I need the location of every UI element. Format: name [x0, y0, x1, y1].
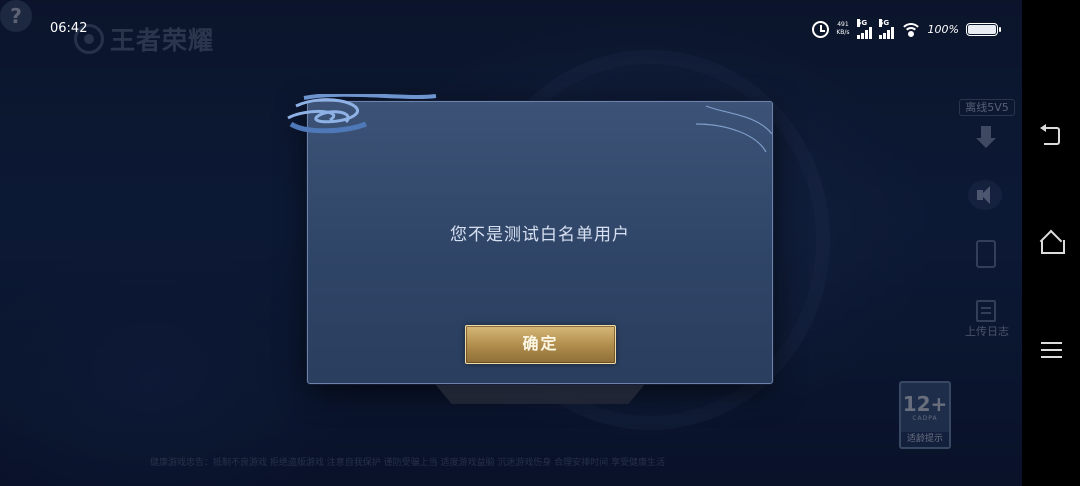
signal-icon: 5G — [878, 19, 894, 39]
sim2-label: 5G — [878, 19, 890, 27]
home-icon[interactable] — [1039, 232, 1065, 254]
network-speed: 491 KB/s — [836, 21, 849, 37]
back-icon[interactable] — [1040, 124, 1062, 145]
dialog-underlay-tab — [435, 384, 645, 404]
dialog-message: 您不是测试白名单用户 — [450, 225, 630, 245]
signal-icon: 5G — [856, 19, 872, 39]
network-speed-unit: KB/s — [836, 29, 850, 36]
battery-percent: 100% — [927, 22, 959, 36]
sim1-label: 5G — [856, 19, 868, 27]
status-bar: 06:42 491 KB/s 5G 5G 100% — [0, 0, 1022, 56]
battery-icon — [966, 22, 1001, 36]
wifi-icon — [900, 21, 921, 37]
alarm-icon — [812, 20, 830, 38]
status-icons: 491 KB/s 5G 5G 100% — [812, 18, 1001, 40]
network-speed-value: 491 — [837, 21, 849, 28]
menu-icon[interactable] — [1041, 342, 1062, 358]
dialog-ornament-icon — [287, 94, 772, 153]
confirm-button[interactable]: 确定 — [465, 325, 616, 364]
alert-dialog: 您不是测试白名单用户 确定 — [287, 94, 773, 384]
status-time: 06:42 — [50, 21, 88, 36]
